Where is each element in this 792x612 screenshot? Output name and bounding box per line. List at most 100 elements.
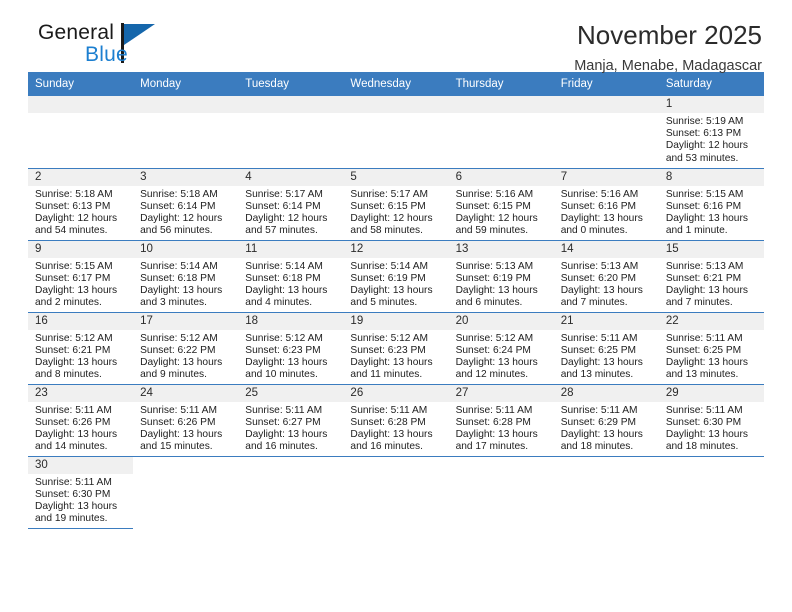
day-sun-info: Sunrise: 5:14 AM Sunset: 6:19 PM Daylight:…: [343, 258, 448, 310]
day-info-line: Sunset: 6:26 PM: [35, 416, 111, 428]
day-number: 29: [658, 384, 764, 402]
calendar-day-cell[interactable]: 26 Sunrise: 5:11 AM Sunset: 6:28 PM Dayligh…: [343, 384, 449, 457]
day-info-line: Sunset: 6:21 PM: [665, 272, 742, 284]
day-number: 11: [238, 240, 344, 258]
calendar-day-cell[interactable]: 1 Sunrise: 5:19 AM Sunset: 6:13 PM Daylight…: [658, 96, 764, 169]
calendar-week-row: 9 Sunrise: 5:15 AM Sunset: 6:17 PM Daylight…: [28, 240, 764, 313]
day-info-line: and 9 minutes.: [140, 369, 207, 381]
calendar-week-row: 23 Sunrise: 5:11 AM Sunset: 6:26 PM Dayligh…: [28, 384, 764, 457]
calendar-day-cell[interactable]: 23 Sunrise: 5:11 AM Sunset: 6:26 PM Dayligh…: [28, 384, 134, 457]
calendar-day-cell[interactable]: 18 Sunrise: 5:12 AM Sunset: 6:23 PM Dayligh…: [238, 312, 344, 385]
calendar-day-cell[interactable]: 3 Sunrise: 5:18 AM Sunset: 6:14 PM Daylight…: [133, 168, 239, 241]
calendar-day-cell[interactable]: 21 Sunrise: 5:11 AM Sunset: 6:25 PM Dayligh…: [553, 312, 659, 385]
day-info-line: and 13 minutes.: [665, 369, 739, 381]
calendar-day-cell[interactable]: 11 Sunrise: 5:14 AM Sunset: 6:18 PM Dayligh…: [238, 240, 344, 313]
day-info-line: Sunrise: 5:11 AM: [455, 404, 533, 416]
calendar-empty-cell: [343, 456, 449, 528]
day-number: 24: [133, 384, 239, 402]
calendar-day-cell[interactable]: 19 Sunrise: 5:12 AM Sunset: 6:23 PM Dayligh…: [343, 312, 449, 385]
day-number: [553, 96, 659, 113]
day-number: [448, 456, 554, 474]
day-info-line: and 13 minutes.: [560, 369, 634, 381]
day-info-line: Sunset: 6:25 PM: [560, 344, 637, 356]
day-info-line: Daylight: 13 hours: [665, 356, 748, 368]
day-number: 14: [553, 240, 659, 258]
day-info-line: Sunrise: 5:12 AM: [455, 332, 534, 344]
calendar-day-cell[interactable]: 13 Sunrise: 5:13 AM Sunset: 6:19 PM Dayligh…: [448, 240, 554, 313]
day-info-line: Sunset: 6:23 PM: [245, 344, 321, 356]
day-info-line: Sunset: 6:30 PM: [665, 416, 742, 428]
day-number: [133, 96, 239, 113]
calendar-empty-cell: [448, 456, 554, 528]
calendar-day-cell[interactable]: 28 Sunrise: 5:11 AM Sunset: 6:29 PM Dayligh…: [553, 384, 659, 457]
calendar-day-cell[interactable]: 15 Sunrise: 5:13 AM Sunset: 6:21 PM Dayligh…: [658, 240, 764, 313]
day-info-line: Daylight: 13 hours: [245, 356, 328, 368]
day-info-line: Daylight: 13 hours: [455, 284, 538, 296]
calendar-day-cell[interactable]: 10 Sunrise: 5:14 AM Sunset: 6:18 PM Dayligh…: [133, 240, 239, 313]
day-number: 20: [448, 312, 554, 330]
day-sun-info: Sunrise: 5:12 AM Sunset: 6:22 PM Daylight:…: [133, 330, 238, 382]
calendar-day-cell[interactable]: 12 Sunrise: 5:14 AM Sunset: 6:19 PM Dayligh…: [343, 240, 449, 313]
day-sun-info: Sunrise: 5:15 AM Sunset: 6:16 PM Daylight:…: [659, 186, 764, 238]
day-info-line: Daylight: 13 hours: [140, 428, 223, 440]
day-sun-info: Sunrise: 5:11 AM Sunset: 6:27 PM Daylight:…: [238, 402, 343, 454]
day-number: 9: [28, 240, 134, 258]
calendar-day-cell[interactable]: 5 Sunrise: 5:17 AM Sunset: 6:15 PM Daylight…: [343, 168, 449, 241]
day-info-line: and 2 minutes.: [35, 297, 102, 309]
day-number: 18: [238, 312, 344, 330]
day-info-line: Sunset: 6:28 PM: [350, 416, 426, 428]
day-number: [448, 96, 554, 113]
calendar-day-cell[interactable]: 6 Sunrise: 5:16 AM Sunset: 6:15 PM Daylight…: [448, 168, 554, 241]
day-sun-info: Sunrise: 5:12 AM Sunset: 6:24 PM Daylight:…: [449, 330, 554, 382]
day-info-line: Sunrise: 5:17 AM: [245, 188, 323, 200]
day-number: 28: [553, 384, 659, 402]
calendar-week-row: 1 Sunrise: 5:19 AM Sunset: 6:13 PM Daylight…: [28, 96, 764, 169]
day-number: 25: [238, 384, 344, 402]
day-number: 27: [448, 384, 554, 402]
title-block: November 2025 Manja, Menabe, Madagascar: [574, 21, 764, 74]
general-blue-logo[interactable]: General Blue: [28, 22, 198, 78]
day-number: 30: [28, 456, 134, 474]
day-info-line: Sunrise: 5:16 AM: [455, 188, 534, 200]
day-info-line: Daylight: 12 hours: [665, 140, 748, 152]
calendar-day-cell[interactable]: 4 Sunrise: 5:17 AM Sunset: 6:14 PM Daylight…: [238, 168, 344, 241]
day-sun-info: Sunrise: 5:11 AM Sunset: 6:28 PM Daylight:…: [449, 402, 554, 454]
day-number: [658, 456, 764, 474]
calendar-week-row: 16 Sunrise: 5:12 AM Sunset: 6:21 PM Dayligh…: [28, 312, 764, 385]
day-number: [238, 456, 344, 474]
day-number: 17: [133, 312, 239, 330]
calendar-day-cell[interactable]: 9 Sunrise: 5:15 AM Sunset: 6:17 PM Daylight…: [28, 240, 134, 313]
calendar-day-cell[interactable]: 24 Sunrise: 5:11 AM Sunset: 6:26 PM Dayligh…: [133, 384, 239, 457]
day-number: [553, 456, 659, 474]
day-sun-info: Sunrise: 5:17 AM Sunset: 6:14 PM Daylight:…: [238, 186, 343, 238]
day-sun-info: Sunrise: 5:11 AM Sunset: 6:30 PM Daylight:…: [659, 402, 764, 454]
day-info-line: Sunrise: 5:11 AM: [560, 332, 638, 344]
day-info-line: Sunrise: 5:14 AM: [245, 260, 323, 272]
day-number: 23: [28, 384, 134, 402]
calendar-day-cell[interactable]: 7 Sunrise: 5:16 AM Sunset: 6:16 PM Daylight…: [553, 168, 659, 241]
day-info-line: Daylight: 13 hours: [35, 284, 118, 296]
day-info-line: Daylight: 13 hours: [560, 212, 643, 224]
day-info-line: Sunset: 6:14 PM: [245, 200, 321, 212]
calendar-day-cell[interactable]: 22 Sunrise: 5:11 AM Sunset: 6:25 PM Dayligh…: [658, 312, 764, 385]
calendar-grid: Sunday Monday Tuesday Wednesday Thursday Frid…: [28, 72, 764, 529]
day-info-line: and 0 minutes.: [560, 225, 628, 237]
calendar-day-cell[interactable]: 27 Sunrise: 5:11 AM Sunset: 6:28 PM Dayligh…: [448, 384, 554, 457]
calendar-day-cell[interactable]: 2 Sunrise: 5:18 AM Sunset: 6:13 PM Daylight…: [28, 168, 134, 241]
calendar-day-cell[interactable]: 16 Sunrise: 5:12 AM Sunset: 6:21 PM Dayligh…: [28, 312, 134, 385]
calendar-day-cell[interactable]: 25 Sunrise: 5:11 AM Sunset: 6:27 PM Dayligh…: [238, 384, 344, 457]
day-info-line: and 59 minutes.: [455, 225, 529, 237]
day-number: [133, 456, 239, 474]
calendar-day-cell[interactable]: 17 Sunrise: 5:12 AM Sunset: 6:22 PM Dayligh…: [133, 312, 239, 385]
calendar-day-cell[interactable]: 8 Sunrise: 5:15 AM Sunset: 6:16 PM Daylight…: [658, 168, 764, 241]
day-sun-info: Sunrise: 5:17 AM Sunset: 6:15 PM Daylight:…: [343, 186, 448, 238]
day-sun-info: Sunrise: 5:12 AM Sunset: 6:23 PM Daylight:…: [343, 330, 448, 382]
calendar-week-row: 30 Sunrise: 5:11 AM Sunset: 6:30 PM Dayligh…: [28, 456, 764, 529]
day-info-line: Sunset: 6:16 PM: [560, 200, 637, 212]
day-number: [28, 96, 134, 113]
calendar-day-cell[interactable]: 20 Sunrise: 5:12 AM Sunset: 6:24 PM Dayligh…: [448, 312, 554, 385]
calendar-day-cell[interactable]: 29 Sunrise: 5:11 AM Sunset: 6:30 PM Dayligh…: [658, 384, 764, 457]
calendar-day-cell[interactable]: 14 Sunrise: 5:13 AM Sunset: 6:20 PM Dayligh…: [553, 240, 659, 313]
calendar-day-cell[interactable]: 30 Sunrise: 5:11 AM Sunset: 6:30 PM Dayligh…: [28, 456, 134, 529]
day-info-line: and 4 minutes.: [245, 297, 313, 309]
